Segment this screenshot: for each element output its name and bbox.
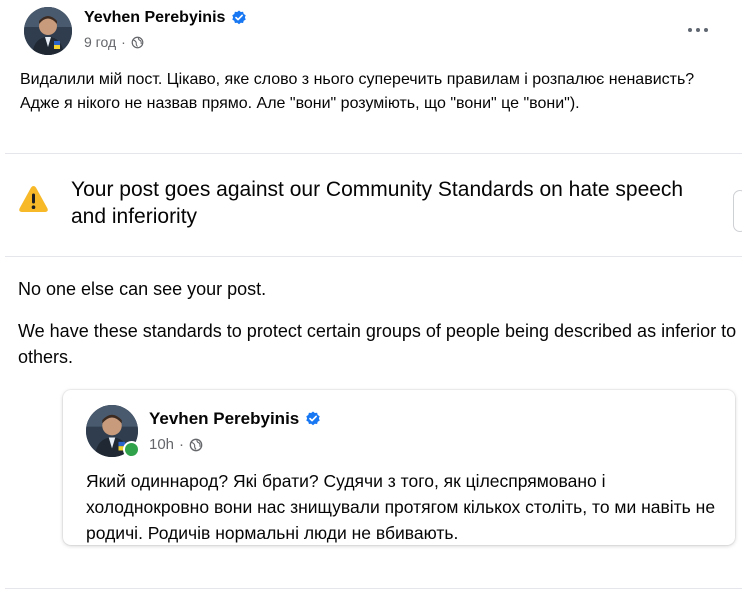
original-post-meta: 10h · <box>149 436 203 453</box>
divider <box>5 588 742 589</box>
divider <box>5 256 742 257</box>
carousel-edge <box>733 190 742 232</box>
globe-icon[interactable] <box>189 438 203 452</box>
post-text: Видалили мій пост. Цікаво, яке слово з н… <box>20 71 695 112</box>
original-post-card: Yevhen Perebyinis 10h · Який одиннарод? … <box>63 390 735 545</box>
standards-explanation: We have these standards to protect certa… <box>18 321 737 367</box>
post-meta: 9 год · <box>84 34 144 50</box>
author-avatar[interactable] <box>24 7 72 55</box>
visibility-text: No one else can see your post. <box>18 279 267 299</box>
warning-triangle-icon <box>19 186 48 212</box>
post-time[interactable]: 9 год <box>84 34 116 50</box>
notice-title: Your post goes against our Community Sta… <box>71 178 684 228</box>
online-status-dot <box>123 441 140 458</box>
author-name[interactable]: Yevhen Perebyinis <box>84 9 247 27</box>
post-header: Yevhen Perebyinis 9 год · <box>0 0 742 60</box>
verified-badge-icon <box>232 10 247 25</box>
verified-badge-icon <box>306 411 320 426</box>
author-name-text[interactable]: Yevhen Perebyinis <box>84 9 225 27</box>
more-options-button[interactable] <box>676 14 720 46</box>
original-post-time[interactable]: 10h <box>149 436 174 453</box>
original-author-name-text[interactable]: Yevhen Perebyinis <box>149 409 299 429</box>
globe-icon[interactable] <box>131 36 144 49</box>
original-post-text: Який одиннарод? Які брати? Судячи з того… <box>86 471 716 543</box>
original-author-name[interactable]: Yevhen Perebyinis <box>149 409 321 429</box>
